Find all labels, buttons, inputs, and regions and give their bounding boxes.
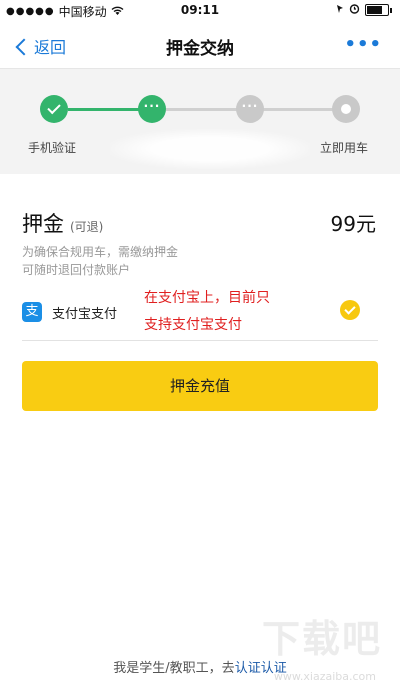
blurred-region — [110, 129, 310, 169]
battery-icon — [365, 4, 389, 16]
footer-prefix: 我是学生/教职工，去 — [113, 661, 235, 676]
deposit-description: 为确保合规用车，需缴纳押金 可随时退回付款账户 — [22, 243, 178, 279]
annotation-line-1: 在支付宝上，目前只 — [144, 290, 270, 306]
step-4-label: 立即用车 — [320, 141, 369, 155]
deposit-desc-line-2: 可随时退回付款账户 — [22, 263, 131, 277]
location-pin-icon — [341, 104, 351, 114]
check-icon — [344, 302, 356, 315]
watermark-logo: 下载吧 — [261, 617, 382, 661]
more-icon[interactable]: ••• — [344, 34, 382, 55]
selected-check-icon[interactable] — [340, 300, 360, 320]
annotation-line-2: 支持支付宝支付 — [144, 317, 242, 333]
deposit-recharge-button[interactable]: 押金充值 — [22, 361, 378, 411]
step-1-done-node — [40, 95, 68, 123]
step-3-pending-node: ··· — [236, 95, 264, 123]
deposit-amount: 99元 — [330, 212, 376, 236]
footer-student-auth: 我是学生/教职工，去认证认证 — [0, 657, 400, 676]
deposit-title: 押金 (可退) — [22, 208, 103, 238]
step-progress: ··· ··· 手机验证 立即用车 — [0, 69, 400, 174]
location-icon — [336, 3, 344, 17]
page-title: 押金交纳 — [166, 39, 234, 59]
deposit-title-text: 押金 — [22, 212, 64, 236]
annotation-text: 在支付宝上，目前只 支持支付宝支付 — [144, 285, 270, 339]
payment-option-alipay[interactable]: 支 支付宝支付 在支付宝上，目前只 支持支付宝支付 — [22, 290, 378, 341]
payment-label: 支付宝支付 — [52, 307, 118, 322]
step-2-active-node: ··· — [138, 95, 166, 123]
step-1-label: 手机验证 — [28, 141, 77, 155]
status-right — [336, 3, 392, 17]
ellipsis-icon: ··· — [143, 99, 161, 113]
ellipsis-icon: ··· — [241, 99, 259, 113]
nav-bar: 返回 押金交纳 ••• — [0, 22, 400, 69]
step-4-pending-node — [332, 95, 360, 123]
alarm-icon — [349, 3, 360, 17]
deposit-subtitle: (可退) — [70, 220, 104, 234]
student-auth-link[interactable]: 认证认证 — [235, 661, 287, 676]
status-bar: ●●●●● 中国移动 09:11 — [0, 0, 400, 20]
deposit-desc-line-1: 为确保合规用车，需缴纳押金 — [22, 245, 179, 259]
battery-tip — [390, 7, 392, 13]
check-icon — [47, 100, 61, 115]
alipay-icon: 支 — [22, 302, 42, 322]
